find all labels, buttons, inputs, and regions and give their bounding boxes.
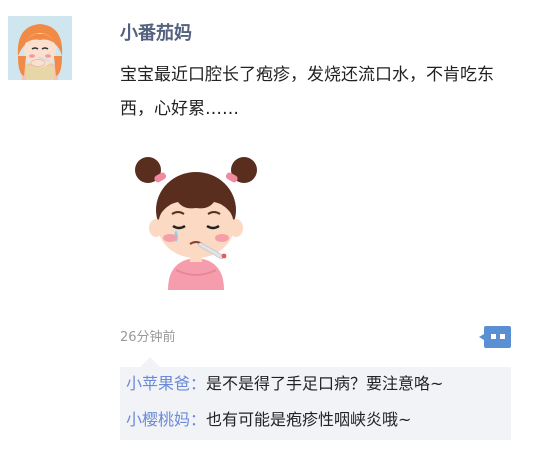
- comment-text[interactable]: 也有可能是疱疹性咽峡炎哦~: [206, 410, 411, 429]
- comment-more-dots-icon: [479, 326, 511, 348]
- comment-author[interactable]: 小苹果爸: [126, 374, 190, 393]
- comment-text[interactable]: 是不是得了手足口病？要注意咯~: [206, 374, 443, 393]
- comment-item: 小樱桃妈：也有可能是疱疹性咽峡炎哦~: [126, 409, 411, 431]
- avatar[interactable]: [8, 16, 72, 80]
- post-timestamp: 26分钟前: [120, 330, 176, 345]
- comment-author[interactable]: 小樱桃妈: [126, 410, 190, 429]
- comments-pointer: [140, 357, 160, 367]
- comment-item: 小苹果爸：是不是得了手足口病？要注意咯~: [126, 373, 443, 395]
- moment-post: 小番茄妈 宝宝最近口腔长了疱疹，发烧还流口水，不肯吃东西，心好累…… 26分钟前…: [0, 0, 545, 455]
- sick-girl-cartoon-icon: [118, 130, 274, 316]
- comment-more-button[interactable]: [478, 324, 511, 350]
- comment-separator: ：: [190, 410, 207, 429]
- post-text: 宝宝最近口腔长了疱疹，发烧还流口水，不肯吃东西，心好累……: [120, 65, 494, 119]
- comments-box: 小苹果爸：是不是得了手足口病？要注意咯~ 小樱桃妈：也有可能是疱疹性咽峡炎哦~: [120, 367, 511, 440]
- girl-avatar-icon: [8, 16, 72, 80]
- comment-separator: ：: [190, 374, 207, 393]
- post-image[interactable]: [118, 130, 274, 316]
- post-author-name[interactable]: 小番茄妈: [120, 22, 192, 46]
